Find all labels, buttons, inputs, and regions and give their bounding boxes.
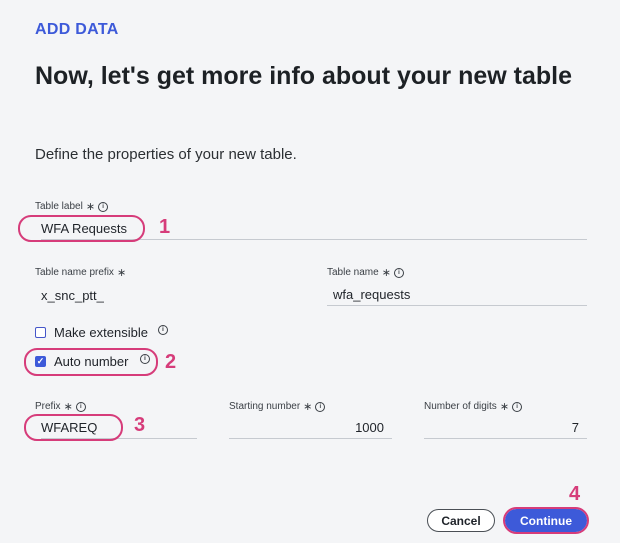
make-extensible-label[interactable]: Make extensible [54,325,148,340]
info-icon[interactable]: i [393,267,404,278]
table-name-field-label: Table name ∗ i [327,266,404,279]
prefix-input[interactable] [41,417,197,439]
table-label-input[interactable] [41,218,587,240]
annotation-number-4: 4 [569,483,581,505]
prefix-label-text: Prefix [35,401,61,412]
required-icon: ∗ [499,401,510,413]
info-icon[interactable]: i [98,201,109,212]
table-name-label-text: Table name [327,267,379,278]
table-name-prefix-value: x_snc_ptt_ [41,288,104,303]
table-name-prefix-field-label: Table name prefix ∗ [35,266,126,279]
table-label-label-text: Table label [35,201,83,212]
number-of-digits-field-label: Number of digits ∗ i [424,400,523,413]
info-icon[interactable]: i [158,325,168,335]
page-subtitle: Define the properties of your new table. [35,146,297,163]
page-title: Now, let's get more info about your new … [35,62,573,90]
auto-number-label[interactable]: Auto number [54,354,128,369]
annotation-number-2: 2 [165,351,177,373]
table-label-field-label: Table label ∗ i [35,200,109,213]
required-icon: ∗ [116,267,127,279]
starting-number-field-label: Starting number ∗ i [229,400,326,413]
info-icon[interactable]: i [140,354,150,364]
info-icon[interactable]: i [315,401,326,412]
required-icon: ∗ [85,201,96,213]
annotation-number-1: 1 [159,216,171,238]
table-name-input[interactable] [327,284,587,306]
number-of-digits-label-text: Number of digits [424,401,497,412]
info-icon[interactable]: i [512,401,523,412]
continue-button[interactable]: Continue [505,509,587,532]
auto-number-checkbox[interactable]: ✓ [35,356,46,367]
required-icon: ∗ [63,401,73,413]
prefix-field-label: Prefix ∗ i [35,400,86,413]
make-extensible-checkbox[interactable] [35,327,46,338]
eyebrow-label: ADD DATA [35,21,119,38]
required-icon: ∗ [381,267,391,279]
info-icon[interactable]: i [75,401,86,412]
number-of-digits-input[interactable] [424,417,587,439]
cancel-button[interactable]: Cancel [427,509,495,532]
starting-number-label-text: Starting number [229,401,301,412]
required-icon: ∗ [303,401,313,413]
starting-number-input[interactable] [229,417,392,439]
annotation-number-3: 3 [134,414,146,436]
table-name-prefix-label-text: Table name prefix [35,267,114,278]
